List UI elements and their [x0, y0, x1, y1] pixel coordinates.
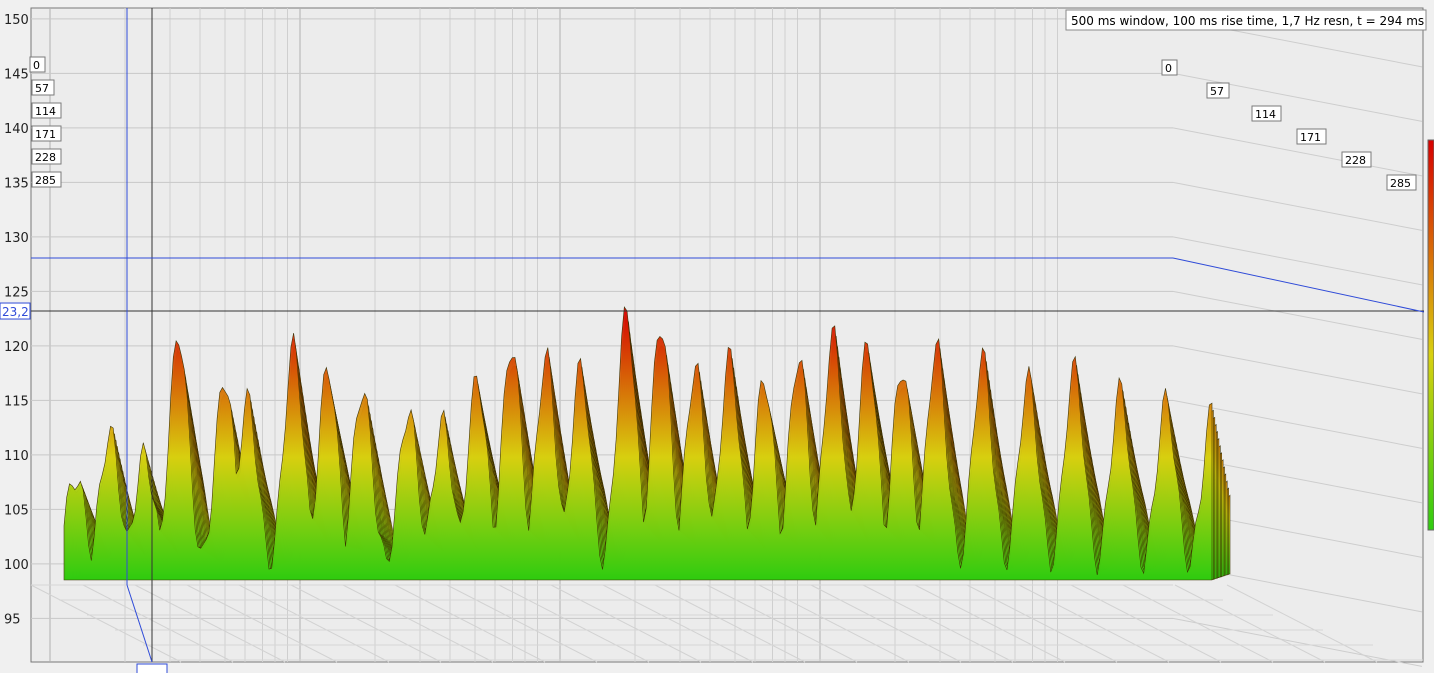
time-label-right: 0	[1165, 62, 1172, 75]
time-label-left: 0	[33, 59, 40, 72]
y-tick-label: 140	[4, 122, 29, 137]
time-label-right: 228	[1345, 154, 1366, 167]
waterfall-plot[interactable]: 23,2 95 100 105 110 115 120 125 130 135 140 145 150…	[0, 0, 1434, 673]
time-label-left: 228	[35, 151, 56, 164]
info-layer: 500 ms window, 100 ms rise time, 1,7 Hz …	[1065, 9, 1427, 31]
x-readout-box[interactable]	[136, 663, 168, 673]
time-label-right: 114	[1255, 108, 1276, 121]
time-label-right: 285	[1390, 177, 1411, 190]
y-tick-label: 110	[4, 449, 29, 464]
cursor-readout: 23,2	[2, 305, 29, 319]
y-tick-label: 135	[4, 176, 29, 191]
time-label-left: 171	[35, 128, 56, 141]
time-label-right: 57	[1210, 85, 1224, 98]
time-label-left: 57	[35, 82, 49, 95]
y-tick-label: 150	[4, 13, 29, 28]
y-tick-label: 100	[4, 558, 29, 573]
y-tick-label: 95	[4, 612, 21, 627]
y-tick-label: 125	[4, 285, 29, 300]
y-tick-label: 105	[4, 503, 29, 518]
time-label-left: 114	[35, 105, 56, 118]
info-label: 500 ms window, 100 ms rise time, 1,7 Hz …	[1071, 14, 1424, 28]
y-tick-label: 115	[4, 394, 29, 409]
time-label-right: 171	[1300, 131, 1321, 144]
colour-scale-bar	[1427, 139, 1434, 531]
y-tick-label: 145	[4, 67, 29, 82]
y-tick-label: 120	[4, 340, 29, 355]
y-tick-label: 130	[4, 231, 29, 246]
time-label-left: 285	[35, 174, 56, 187]
